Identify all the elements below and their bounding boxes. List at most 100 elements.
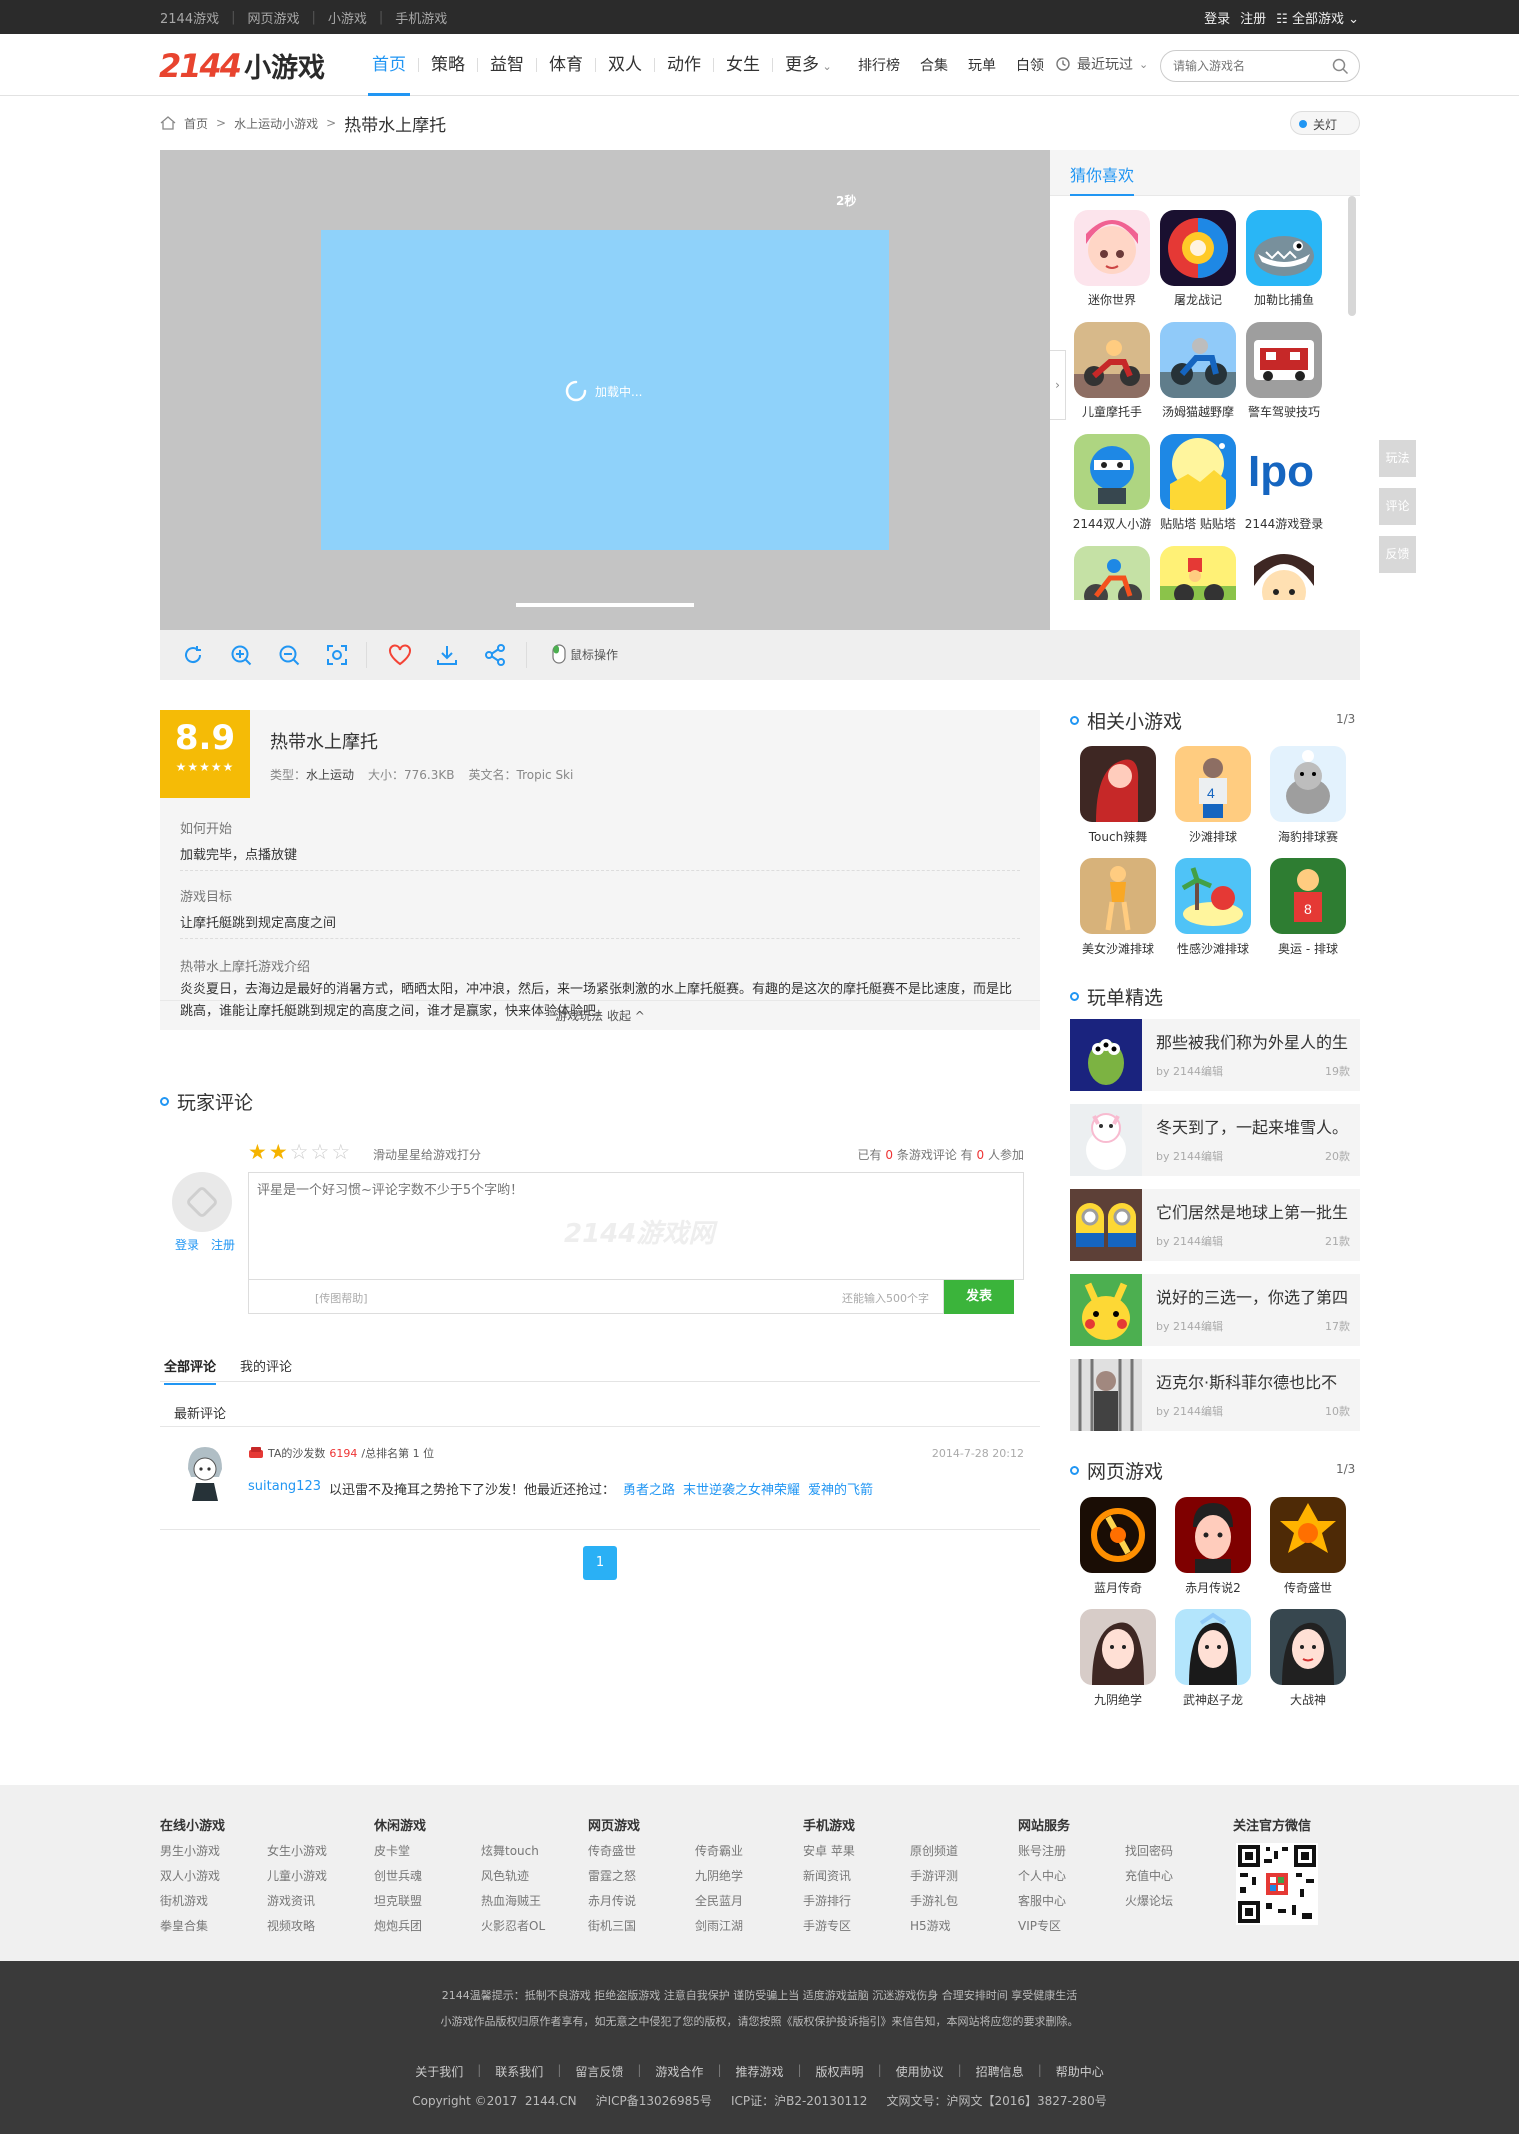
star-icon[interactable]: ☆ (310, 1140, 329, 1164)
footer-link[interactable] (1125, 1917, 1205, 1934)
footer-link[interactable]: 创世兵魂 (374, 1867, 481, 1884)
bottom-link[interactable]: 游戏合作 (655, 2063, 703, 2080)
related-item[interactable]: 美女沙滩排球 (1073, 858, 1163, 957)
top-link-webgames[interactable]: 网页游戏 (247, 8, 299, 27)
site-logo[interactable]: 2144 小游戏 (159, 46, 325, 85)
recommend-item[interactable] (1244, 546, 1324, 600)
zoom-out-icon[interactable] (278, 644, 300, 666)
refresh-icon[interactable] (182, 644, 204, 666)
recommend-item[interactable] (1158, 546, 1238, 600)
recently-played[interactable]: 最近玩过 ⌄ (1055, 54, 1148, 74)
webgame-item[interactable]: 传奇盛世 (1263, 1497, 1353, 1596)
footer-link[interactable]: 客服中心 (1018, 1892, 1125, 1909)
footer-link[interactable]: 新闻资讯 (803, 1867, 910, 1884)
side-gameplay-button[interactable]: 玩法 (1379, 440, 1416, 477)
playlist-item[interactable]: 冬天到了，一起来堆雪人。 by 2144编辑 20款 (1070, 1104, 1360, 1176)
page-button-1[interactable]: 1 (583, 1546, 617, 1580)
breadcrumb-home[interactable]: 首页 (184, 115, 208, 132)
footer-link[interactable]: 火影忍者OL (481, 1917, 561, 1934)
footer-link[interactable]: 拳皇合集 (160, 1917, 267, 1934)
footer-link[interactable]: 充值中心 (1125, 1867, 1205, 1884)
recommend-item[interactable]: 贴贴塔 贴贴塔 (1158, 434, 1238, 532)
footer-link[interactable]: 游戏资讯 (267, 1892, 347, 1909)
bottom-link[interactable]: 联系我们 (495, 2063, 543, 2080)
image-help-link[interactable]: [传图帮助] (315, 1290, 368, 1306)
comment-textarea[interactable] (257, 1179, 857, 1209)
footer-link[interactable]: 火爆论坛 (1125, 1892, 1205, 1909)
share-icon[interactable] (484, 644, 506, 666)
breadcrumb-category[interactable]: 水上运动小游戏 (234, 115, 318, 132)
comment-login-link[interactable]: 登录 (175, 1236, 199, 1253)
star-icon[interactable]: ★ (269, 1140, 288, 1164)
webgame-item[interactable]: 大战神 (1263, 1609, 1353, 1708)
recommend-item[interactable]: 2144双人小游 (1072, 434, 1152, 532)
favorite-heart-icon[interactable] (388, 644, 412, 666)
footer-link[interactable]: 手游专区 (803, 1917, 910, 1934)
footer-link[interactable]: 赤月传说 (588, 1892, 695, 1909)
scrollbar[interactable] (1348, 196, 1356, 316)
footer-link[interactable]: 风色轨迹 (481, 1867, 561, 1884)
side-feedback-button[interactable]: 反馈 (1379, 536, 1416, 573)
footer-link[interactable]: 手游礼包 (910, 1892, 990, 1909)
comment-register-link[interactable]: 注册 (211, 1236, 235, 1253)
game-link[interactable]: 爱神的飞箭 (808, 1479, 873, 1498)
footer-link[interactable]: 剑雨江湖 (695, 1917, 775, 1934)
bottom-link[interactable]: 版权声明 (816, 2063, 864, 2080)
recommend-item[interactable]: 警车驾驶技巧 (1244, 322, 1324, 420)
recommend-title[interactable]: 猜你喜欢 (1070, 162, 1135, 196)
webgame-item[interactable]: 九阴绝学 (1073, 1609, 1163, 1708)
footer-link[interactable]: 女生小游戏 (267, 1842, 347, 1859)
footer-link[interactable]: 男生小游戏 (160, 1842, 267, 1859)
nav-collection[interactable]: 合集 (920, 55, 948, 75)
mouse-control-info[interactable]: 鼠标操作 (552, 644, 618, 664)
nav-two-player[interactable]: 双人 (596, 34, 654, 96)
related-item[interactable]: Touch辣舞 (1073, 746, 1163, 845)
recommend-item[interactable]: 加勒比捕鱼 (1244, 210, 1324, 308)
collapse-toggle[interactable]: 游戏玩法 收起 ^ (160, 1000, 1040, 1030)
top-link-mobile[interactable]: 手机游戏 (395, 8, 447, 27)
tab-all-comments[interactable]: 全部评论 (164, 1356, 217, 1385)
game-link[interactable]: 末世逆袭之女神荣耀 (683, 1479, 800, 1498)
game-player[interactable]: 2秒 加载中... (160, 150, 1050, 630)
footer-link[interactable]: 坦克联盟 (374, 1892, 481, 1909)
nav-sports[interactable]: 体育 (537, 34, 595, 96)
lights-off-toggle[interactable]: 关灯 (1290, 111, 1360, 135)
recommend-item[interactable]: 屠龙战记 (1158, 210, 1238, 308)
footer-link[interactable]: 九阴绝学 (695, 1867, 775, 1884)
webgame-item[interactable]: 武神赵子龙 (1168, 1609, 1258, 1708)
footer-link[interactable]: 个人中心 (1018, 1867, 1125, 1884)
nav-office[interactable]: 白领 (1016, 55, 1044, 75)
footer-link[interactable]: 全民蓝月 (695, 1892, 775, 1909)
footer-link[interactable]: 雷霆之怒 (588, 1867, 695, 1884)
nav-puzzle[interactable]: 益智 (478, 34, 536, 96)
side-comments-button[interactable]: 评论 (1379, 488, 1416, 525)
nav-more[interactable]: 更多 ⌄ (773, 34, 844, 96)
footer-link[interactable]: 传奇霸业 (695, 1842, 775, 1859)
commenter-avatar[interactable] (182, 1445, 228, 1501)
search-icon[interactable] (1332, 58, 1349, 75)
footer-link[interactable]: 街机三国 (588, 1917, 695, 1934)
collapse-arrow-icon[interactable]: › (1050, 350, 1066, 420)
footer-link[interactable]: 手游排行 (803, 1892, 910, 1909)
footer-link[interactable]: 炫舞touch (481, 1842, 561, 1859)
all-games-menu[interactable]: ☷ 全部游戏 ⌄ (1276, 8, 1359, 27)
related-item[interactable]: 8 奥运 - 排球 (1263, 858, 1353, 957)
footer-link[interactable]: 热血海贼王 (481, 1892, 561, 1909)
playlist-item[interactable]: 说好的三选一，你选了第四 by 2144编辑 17款 (1070, 1274, 1360, 1346)
footer-link[interactable]: 视频攻略 (267, 1917, 347, 1934)
recommend-item[interactable]: Ipo 2144游戏登录 (1244, 434, 1324, 532)
star-icon[interactable]: ☆ (290, 1140, 309, 1164)
star-icon[interactable]: ☆ (331, 1140, 350, 1164)
footer-link[interactable]: H5游戏 (910, 1917, 990, 1934)
nav-playlist[interactable]: 玩单 (968, 55, 996, 75)
game-screen[interactable]: 加载中... (321, 230, 889, 550)
footer-link[interactable]: VIP专区 (1018, 1917, 1125, 1934)
top-link-minigames[interactable]: 小游戏 (328, 8, 367, 27)
related-pagination[interactable]: 1/3 (1336, 712, 1355, 726)
recommend-item[interactable]: 汤姆猫越野摩 (1158, 322, 1238, 420)
search-input[interactable] (1173, 57, 1323, 75)
nav-home[interactable]: 首页 (360, 34, 418, 96)
recommend-item[interactable] (1072, 546, 1152, 600)
webgame-item[interactable]: 赤月传说2 (1168, 1497, 1258, 1596)
footer-link[interactable]: 儿童小游戏 (267, 1867, 347, 1884)
